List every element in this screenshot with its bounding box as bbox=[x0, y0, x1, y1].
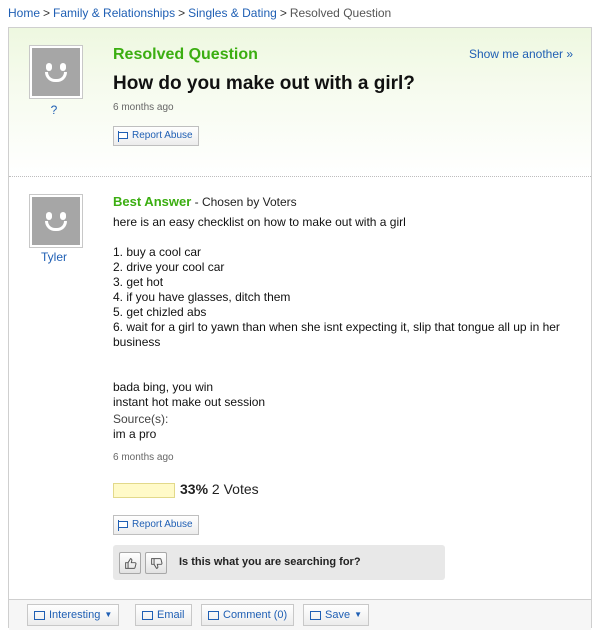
report-abuse-label: Report Abuse bbox=[132, 130, 193, 141]
best-answer-heading: Best Answer - Chosen by Voters bbox=[113, 194, 297, 209]
chosen-by-text: - Chosen by Voters bbox=[191, 195, 297, 209]
report-abuse-label: Report Abuse bbox=[132, 519, 193, 530]
question-panel: ? Resolved Question Show me another » Ho… bbox=[8, 27, 592, 630]
thumbs-up-icon bbox=[124, 557, 136, 569]
section-divider bbox=[9, 176, 591, 177]
best-answer-label: Best Answer bbox=[113, 194, 192, 209]
answer-checklist: 1. buy a cool car 2. drive your cool car… bbox=[113, 245, 583, 350]
question-status: Resolved Question bbox=[113, 46, 258, 63]
sources-value: im a pro bbox=[113, 427, 157, 441]
email-button[interactable]: Email bbox=[135, 604, 192, 626]
answer-outro-line: bada bing, you win bbox=[113, 380, 214, 394]
star-icon bbox=[34, 610, 45, 620]
vote-result: 33% 2 Votes bbox=[180, 481, 259, 497]
list-item: 3. get hot bbox=[113, 275, 164, 289]
answer-time: 6 months ago bbox=[113, 452, 174, 463]
chevron-down-icon: ▼ bbox=[104, 610, 113, 619]
show-another-link[interactable]: Show me another » bbox=[469, 47, 573, 61]
thumbs-up-button[interactable] bbox=[119, 552, 141, 574]
list-item: 6. wait for a girl to yawn than when she… bbox=[113, 320, 560, 349]
breadcrumb-category-link[interactable]: Family & Relationships bbox=[53, 6, 175, 20]
action-bar: Interesting ▼ Email Comment (0) Save ▼ bbox=[9, 599, 591, 630]
save-label: Save bbox=[325, 609, 351, 621]
answerer-avatar[interactable] bbox=[29, 194, 83, 248]
answer-intro: here is an easy checklist on how to make… bbox=[113, 215, 406, 229]
default-avatar-icon bbox=[32, 197, 80, 245]
question-section: ? Resolved Question Show me another » Ho… bbox=[9, 28, 591, 176]
breadcrumb-subcategory-link[interactable]: Singles & Dating bbox=[188, 6, 277, 20]
comment-button[interactable]: Comment (0) bbox=[201, 604, 295, 626]
envelope-icon bbox=[142, 610, 153, 620]
thumbs-down-button[interactable] bbox=[145, 552, 167, 574]
list-item: 4. if you have glasses, ditch them bbox=[113, 290, 291, 304]
breadcrumb-separator: > bbox=[43, 6, 51, 20]
list-item: 2. drive your cool car bbox=[113, 260, 225, 274]
answer-report-abuse-button[interactable]: Report Abuse bbox=[113, 515, 199, 535]
list-item: 1. buy a cool car bbox=[113, 245, 202, 259]
save-icon bbox=[310, 610, 321, 620]
save-button[interactable]: Save ▼ bbox=[303, 604, 369, 626]
breadcrumb-separator: > bbox=[279, 6, 287, 20]
answerer-name[interactable]: Tyler bbox=[27, 250, 81, 264]
chevron-down-icon: ▼ bbox=[354, 610, 362, 619]
comment-icon bbox=[208, 610, 219, 620]
question-time: 6 months ago bbox=[113, 102, 174, 113]
default-avatar-icon bbox=[32, 48, 80, 96]
email-label: Email bbox=[157, 609, 185, 621]
interesting-button[interactable]: Interesting ▼ bbox=[27, 604, 120, 626]
breadcrumb-separator: > bbox=[178, 6, 186, 20]
question-title: How do you make out with a girl? bbox=[113, 73, 415, 94]
vote-percent: 33% bbox=[180, 481, 209, 497]
feedback-question: Is this what you are searching for? bbox=[179, 556, 361, 568]
flag-icon bbox=[118, 519, 128, 531]
list-item: 5. get chizled abs bbox=[113, 305, 207, 319]
thumbs-down-icon bbox=[150, 557, 162, 569]
answer-body: here is an easy checklist on how to make… bbox=[113, 215, 583, 410]
vote-bar bbox=[113, 483, 175, 498]
asker-avatar[interactable] bbox=[29, 45, 83, 99]
report-abuse-button[interactable]: Report Abuse bbox=[113, 126, 199, 146]
vote-count: 2 Votes bbox=[211, 481, 259, 497]
sources-label: Source(s): bbox=[113, 412, 169, 426]
asker-name[interactable]: ? bbox=[27, 103, 81, 117]
breadcrumb-home-link[interactable]: Home bbox=[8, 6, 40, 20]
interesting-label: Interesting bbox=[49, 609, 101, 621]
breadcrumb-current: Resolved Question bbox=[289, 6, 392, 20]
comment-label: Comment (0) bbox=[223, 609, 288, 621]
flag-icon bbox=[118, 130, 128, 142]
answer-outro-line: instant hot make out session bbox=[113, 395, 266, 409]
breadcrumb: Home > Family & Relationships > Singles & Da… bbox=[8, 6, 391, 20]
search-feedback-box: Is this what you are searching for? bbox=[113, 545, 445, 580]
